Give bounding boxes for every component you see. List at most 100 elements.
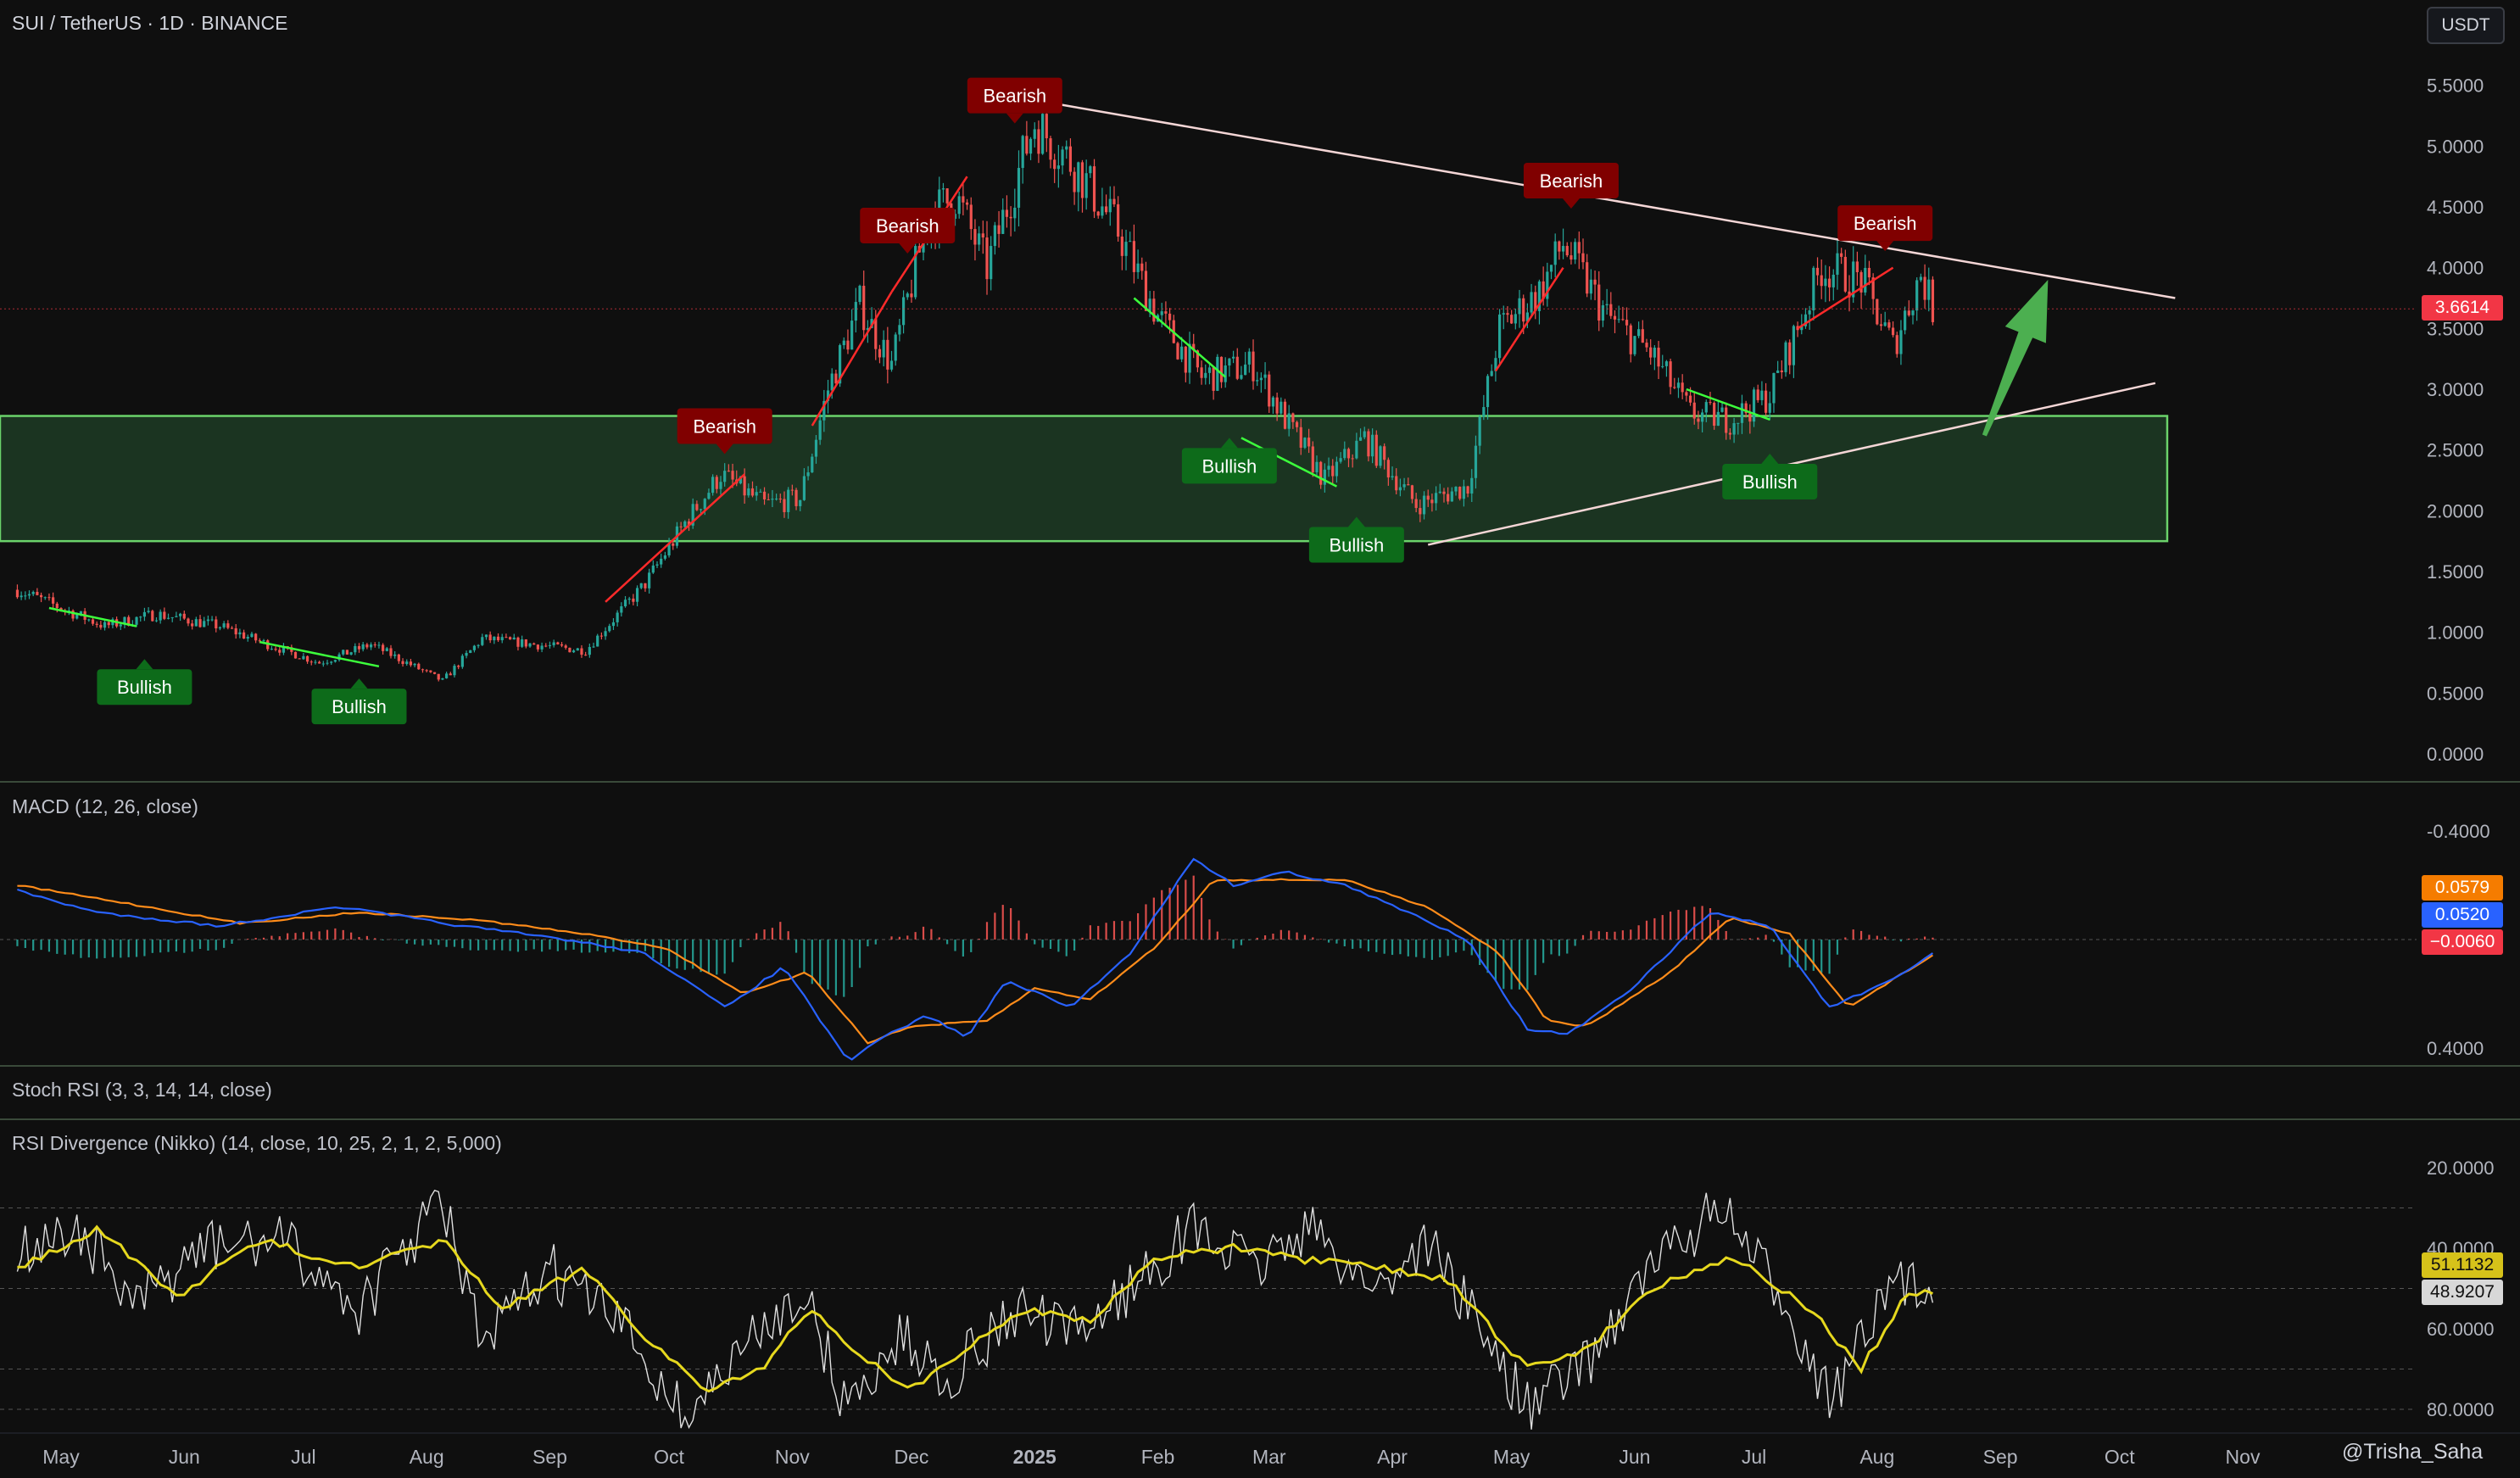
candle-body: [1815, 267, 1820, 276]
candle-body: [536, 644, 540, 650]
candle-body: [683, 521, 687, 527]
candle-body: [270, 649, 273, 650]
candle-body: [985, 237, 989, 280]
candle-body: [941, 188, 945, 190]
candle-body: [1005, 209, 1009, 217]
candle-body: [333, 660, 337, 662]
candle-body: [616, 612, 619, 622]
candle-body: [1422, 495, 1426, 515]
candle-body: [576, 648, 579, 651]
candle-body: [1633, 336, 1636, 354]
candle-body: [1864, 267, 1867, 293]
rsi-axis-label: 80.0000: [2427, 1399, 2495, 1420]
candle-body: [477, 644, 480, 646]
candle-body: [1692, 402, 1696, 419]
price-axis-label: 4.0000: [2427, 258, 2484, 279]
candle-body: [1581, 253, 1585, 263]
price-axis-label: 5.0000: [2427, 136, 2484, 157]
candle-body: [990, 246, 993, 280]
candle-body: [552, 642, 555, 645]
bullish-label-text: Bullish: [1329, 535, 1384, 556]
candle-body: [1346, 449, 1351, 459]
candle-body: [230, 627, 234, 629]
candle-body: [1764, 390, 1768, 413]
time-axis-label: Aug: [1859, 1446, 1894, 1468]
candle-body: [238, 632, 242, 635]
candle-body: [206, 619, 210, 622]
candle-body: [75, 614, 79, 619]
candle-body: [1240, 375, 1243, 379]
time-axis-label: Sep: [532, 1446, 567, 1468]
last-price-badge: 3.6614: [2422, 295, 2503, 321]
candle-body: [1919, 276, 1922, 281]
candle-body: [425, 670, 428, 672]
candle-body: [993, 225, 996, 247]
candle-body: [20, 595, 23, 598]
candle-body: [305, 655, 309, 662]
time-axis-label: Nov: [775, 1446, 810, 1468]
time-axis-label: Mar: [1252, 1446, 1286, 1468]
candle-body: [469, 650, 472, 654]
candle-body: [516, 637, 520, 647]
currency-button[interactable]: USDT: [2427, 7, 2505, 44]
candle-body: [540, 645, 544, 650]
candle-body: [1398, 487, 1402, 491]
candle-body: [385, 648, 388, 651]
candle-body: [175, 616, 178, 617]
candle-body: [1681, 382, 1684, 393]
candle-body: [1112, 198, 1116, 204]
candle-body: [119, 624, 122, 627]
time-axis-label: Aug: [410, 1446, 444, 1468]
candle-body: [103, 622, 107, 628]
candle-body: [850, 321, 854, 350]
candle-body: [886, 339, 889, 370]
candle-body: [1876, 298, 1879, 325]
candle-body: [107, 622, 110, 626]
candle-body: [1426, 495, 1430, 500]
candle-body: [651, 565, 655, 573]
candle-body: [1096, 211, 1100, 216]
candle-body: [342, 650, 345, 655]
candle-body: [1462, 486, 1466, 499]
candle-body: [52, 597, 55, 604]
candle-body: [437, 673, 440, 680]
candle-body: [226, 623, 230, 628]
candle-body: [203, 621, 206, 627]
candle-body: [862, 286, 866, 331]
candle-body: [154, 620, 159, 622]
candle-body: [644, 583, 647, 588]
rsi-ma-value-badge: 51.1132: [2422, 1252, 2503, 1278]
candle-body: [1704, 402, 1708, 413]
candle-body: [842, 340, 845, 346]
candle-body: [1207, 367, 1212, 373]
candle-body: [1200, 367, 1203, 378]
candle-body: [318, 661, 321, 664]
candle-body: [1001, 209, 1005, 234]
candle-body: [1216, 356, 1219, 391]
candle-body: [1331, 466, 1335, 477]
trading-chart[interactable]: Bearish Bearish Bearish Bearish Bearish Bulli…: [0, 0, 2520, 1478]
candle-body: [488, 634, 492, 641]
candle-body: [1291, 413, 1295, 422]
candle-body: [39, 594, 43, 598]
candle-body: [548, 644, 552, 646]
candle-body: [1788, 342, 1792, 365]
candle-body: [274, 649, 277, 650]
time-axis-label: Jul: [1742, 1446, 1766, 1468]
candle-body: [568, 647, 571, 653]
candle-body: [580, 648, 583, 655]
candle-body: [889, 360, 894, 370]
candle-body: [496, 636, 500, 641]
candle-body: [1831, 274, 1835, 287]
price-axis-label: 2.5000: [2427, 440, 2484, 461]
bullish-label-text: Bullish: [1742, 471, 1798, 493]
time-axis-label: May: [42, 1446, 80, 1468]
candle-body: [326, 662, 329, 664]
candle-body: [194, 619, 198, 627]
candle-body: [1927, 279, 1931, 300]
candle-body: [806, 472, 810, 477]
stoch-rsi-title: Stoch RSI (3, 3, 14, 14, close): [12, 1079, 272, 1101]
candle-body: [528, 643, 532, 647]
price-axis-label: 0.5000: [2427, 683, 2484, 704]
candle-body: [898, 325, 901, 335]
